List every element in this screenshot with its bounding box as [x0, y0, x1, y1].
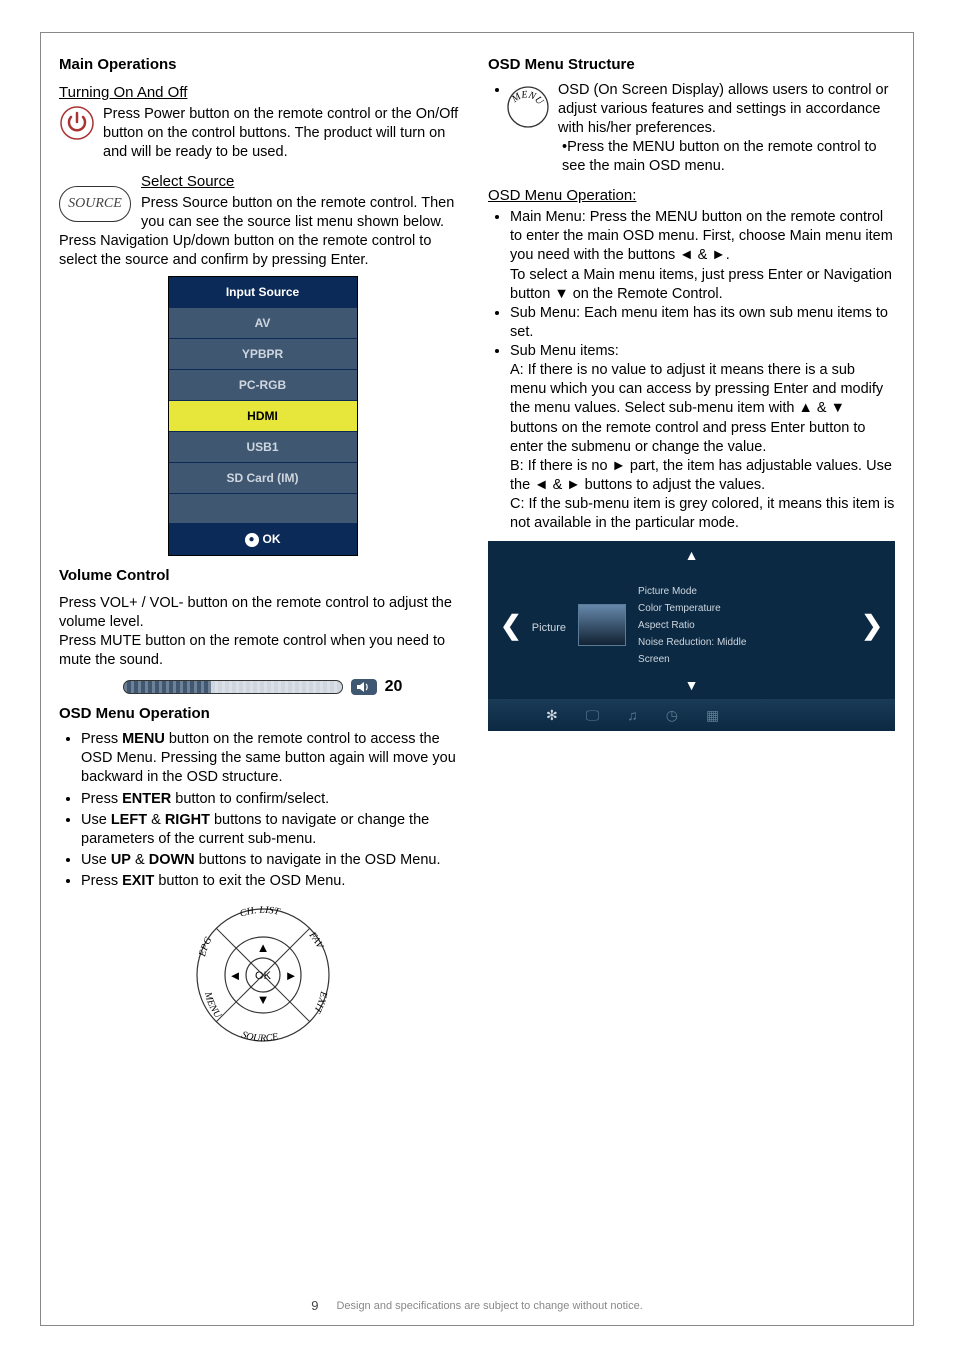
- osd-menu-operation-heading-2: OSD Menu Operation:: [488, 186, 895, 206]
- osd-structure-intro-list: MENU OSD (On Screen Display) allows user…: [488, 81, 895, 177]
- remote-exit-label: EXIT: [310, 990, 328, 1016]
- osd-op-item-enter: Press ENTER button to confirm/select.: [81, 790, 466, 809]
- turning-text: Press Power button on the remote control…: [59, 105, 466, 162]
- source-item-blank: [169, 493, 357, 523]
- volume-bar: 20: [59, 678, 466, 696]
- source-item-av: AV: [169, 307, 357, 338]
- osd-tab-time-icon: ◷: [666, 707, 678, 724]
- osd-op2-main-menu: Main Menu: Press the MENU button on the …: [510, 208, 895, 304]
- osd-right-arrow-icon: ❯: [861, 610, 883, 641]
- remote-source-label: SOURCE: [239, 1030, 278, 1045]
- osd-op-item-up-down: Use UP & DOWN buttons to navigate in the…: [81, 851, 466, 870]
- svg-text:◄: ◄: [228, 968, 241, 983]
- input-source-menu: Input Source AV YPBPR PC-RGB HDMI USB1 S…: [168, 276, 358, 556]
- osd-thumbnail-icon: [578, 604, 626, 646]
- osd-structure-intro-item: MENU OSD (On Screen Display) allows user…: [510, 81, 895, 177]
- svg-text:SOURCE: SOURCE: [239, 1030, 278, 1045]
- osd-left-arrow-icon: ❮: [500, 610, 522, 641]
- source-item-ypbpr: YPBPR: [169, 338, 357, 369]
- turning-on-off-heading: Turning On And Off: [59, 83, 466, 103]
- osd-op-item-menu: Press MENU button on the remote control …: [81, 730, 466, 787]
- page-number: 9: [311, 1298, 318, 1313]
- osd-preview-item: Aspect Ratio: [638, 617, 746, 634]
- source-item-pc-rgb: PC-RGB: [169, 369, 357, 400]
- source-ok-label: OK: [263, 532, 281, 546]
- volume-bar-track: [123, 680, 343, 694]
- turning-block: Press Power button on the remote control…: [59, 105, 466, 162]
- select-source-text-2: Press Navigation Up/down button on the r…: [59, 232, 466, 270]
- remote-nav-cluster-icon: OK ▲ ▼ ◄ ► CH. LIST FAV E: [173, 897, 353, 1052]
- osd-category-label: Picture: [532, 622, 566, 634]
- source-item-sdcard: SD Card (IM): [169, 462, 357, 493]
- svg-text:CH. LIST: CH. LIST: [238, 905, 281, 920]
- osd-tab-sound-icon: ♫: [627, 707, 638, 723]
- osd-preview-item: Noise Reduction: Middle: [638, 634, 746, 651]
- volume-text-1: Press VOL+ / VOL- button on the remote c…: [59, 594, 466, 613]
- volume-speaker-icon: [351, 679, 377, 695]
- right-column: OSD Menu Structure MENU OSD (On Screen D…: [488, 55, 895, 1292]
- select-source-heading: Select Source: [141, 172, 466, 192]
- osd-operation-list-2: Main Menu: Press the MENU button on the …: [488, 208, 895, 533]
- menu-button-icon: MENU: [506, 85, 550, 135]
- osd-preview-items: Picture Mode Color Temperature Aspect Ra…: [638, 583, 746, 668]
- osd-preview-item: Screen: [638, 651, 746, 668]
- page-footer: 9 Design and specifications are subject …: [59, 1292, 895, 1313]
- svg-text:▼: ▼: [256, 992, 269, 1007]
- source-item-hdmi-selected: HDMI: [169, 400, 357, 431]
- osd-operation-list: Press MENU button on the remote control …: [59, 730, 466, 891]
- power-icon: [59, 105, 95, 145]
- remote-chlist-label: CH. LIST: [238, 905, 281, 920]
- svg-text:▲: ▲: [256, 940, 269, 955]
- osd-preview-item: Color Temperature: [638, 600, 746, 617]
- volume-text-3: Press MUTE button on the remote control …: [59, 632, 466, 670]
- osd-op2-sub-menu-items: Sub Menu items: A: If there is no value …: [510, 342, 895, 533]
- osd-preview-item: Picture Mode: [638, 583, 746, 600]
- left-column: Main Operations Turning On And Off Press…: [59, 55, 466, 1292]
- footer-disclaimer: Design and specifications are subject to…: [336, 1300, 642, 1312]
- ok-dot-icon: ●: [245, 533, 259, 547]
- svg-text:EXIT: EXIT: [310, 990, 328, 1016]
- input-source-title: Input Source: [169, 277, 357, 307]
- osd-tab-picture-icon: ✻: [546, 707, 558, 724]
- select-source-text-1: Press Source button on the remote contro…: [141, 194, 466, 232]
- osd-menu-operation-heading: OSD Menu Operation: [59, 704, 466, 724]
- source-item-usb1: USB1: [169, 431, 357, 462]
- source-ok-row: ● OK: [169, 523, 357, 555]
- source-button-icon: SOURCE: [59, 186, 131, 222]
- osd-op-item-left-right: Use LEFT & RIGHT buttons to navigate or …: [81, 811, 466, 849]
- osd-tab-apps-icon: ▦: [706, 707, 719, 724]
- osd-structure-p1: OSD (On Screen Display) allows users to …: [558, 82, 888, 136]
- svg-text:►: ►: [284, 968, 297, 983]
- osd-structure-p2: •Press the MENU button on the remote con…: [510, 138, 895, 176]
- osd-preview-panel: ▲ ❮ Picture Picture Mode Color Temperatu…: [488, 541, 895, 731]
- osd-op2-sub-menu: Sub Menu: Each menu item has its own sub…: [510, 304, 895, 342]
- osd-menu-structure-heading: OSD Menu Structure: [488, 55, 895, 75]
- volume-value: 20: [385, 678, 403, 696]
- osd-tab-display-icon: 🖵: [586, 707, 600, 724]
- svg-text:EPG: EPG: [196, 935, 214, 958]
- osd-op-item-exit: Press EXIT button to exit the OSD Menu.: [81, 872, 466, 891]
- volume-control-heading: Volume Control: [59, 566, 466, 586]
- volume-text-2: volume level.: [59, 613, 466, 632]
- osd-tab-bar: ✻ 🖵 ♫ ◷ ▦: [488, 699, 895, 731]
- remote-epg-label: EPG: [196, 935, 214, 958]
- osd-down-arrow-icon: ▼: [685, 677, 699, 693]
- select-source-block: SOURCE Select Source Press Source button…: [59, 172, 466, 232]
- main-operations-heading: Main Operations: [59, 55, 466, 75]
